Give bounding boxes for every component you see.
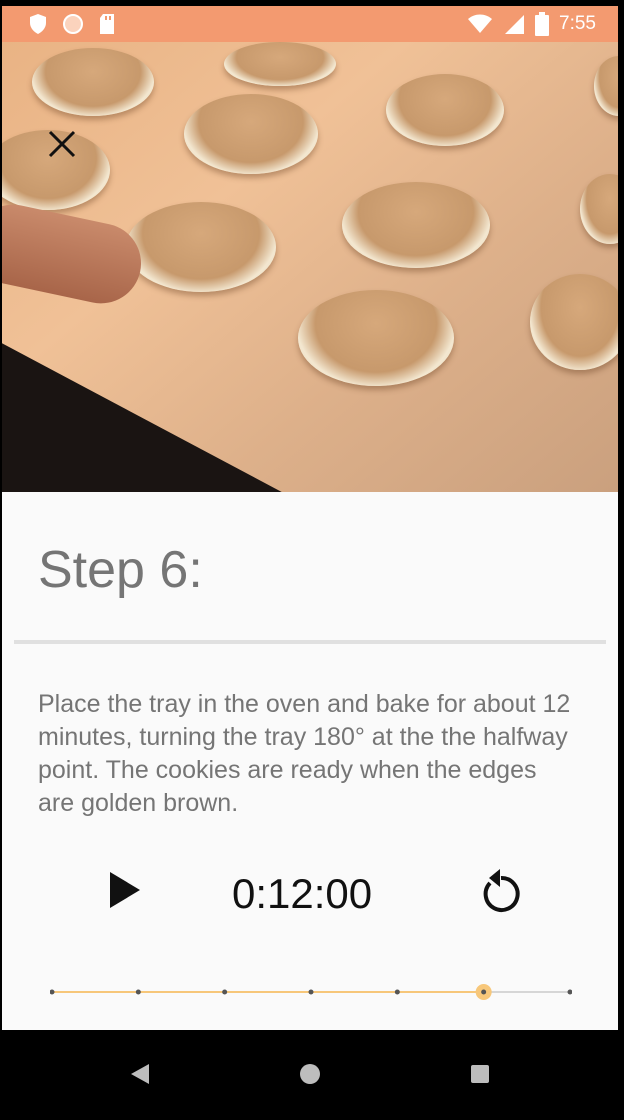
battery-icon	[535, 12, 550, 36]
progress-step-dot[interactable]	[308, 989, 314, 995]
home-button[interactable]	[290, 1054, 330, 1094]
step-photo	[2, 42, 618, 492]
home-icon	[300, 1064, 320, 1084]
shield-icon	[30, 14, 46, 34]
step-title: Step 6:	[38, 541, 203, 599]
progress-step-dot[interactable]	[567, 989, 573, 995]
status-time: 7:55	[559, 13, 596, 34]
progress-step-dot[interactable]	[49, 989, 55, 995]
app-screen: 7:55 Step 6: Place the tray in the oven …	[2, 6, 618, 1030]
recents-button[interactable]	[460, 1054, 500, 1094]
circle-icon	[63, 14, 83, 34]
replay-button[interactable]	[476, 866, 526, 916]
sd-card-icon	[100, 14, 114, 34]
play-icon	[110, 872, 140, 908]
back-icon	[131, 1064, 149, 1084]
nav-bar	[0, 1030, 624, 1120]
replay-icon	[483, 869, 520, 912]
finger	[2, 197, 149, 311]
step-progress	[49, 980, 573, 1004]
divider	[14, 640, 606, 644]
wifi-icon	[468, 14, 493, 33]
close-button[interactable]	[42, 124, 82, 164]
progress-step-dot[interactable]	[394, 989, 400, 995]
timer-display: 0:12:00	[232, 870, 373, 917]
progress-step-dot[interactable]	[135, 989, 141, 995]
back-button[interactable]	[120, 1054, 160, 1094]
close-icon	[48, 130, 76, 158]
play-button[interactable]	[102, 868, 146, 912]
signal-icon	[505, 15, 525, 34]
recents-icon	[471, 1065, 489, 1083]
status-bar: 7:55	[2, 6, 618, 42]
progress-current-step-center	[481, 989, 487, 995]
progress-step-dot[interactable]	[222, 989, 228, 995]
step-description: Place the tray in the oven and bake for …	[38, 690, 571, 817]
